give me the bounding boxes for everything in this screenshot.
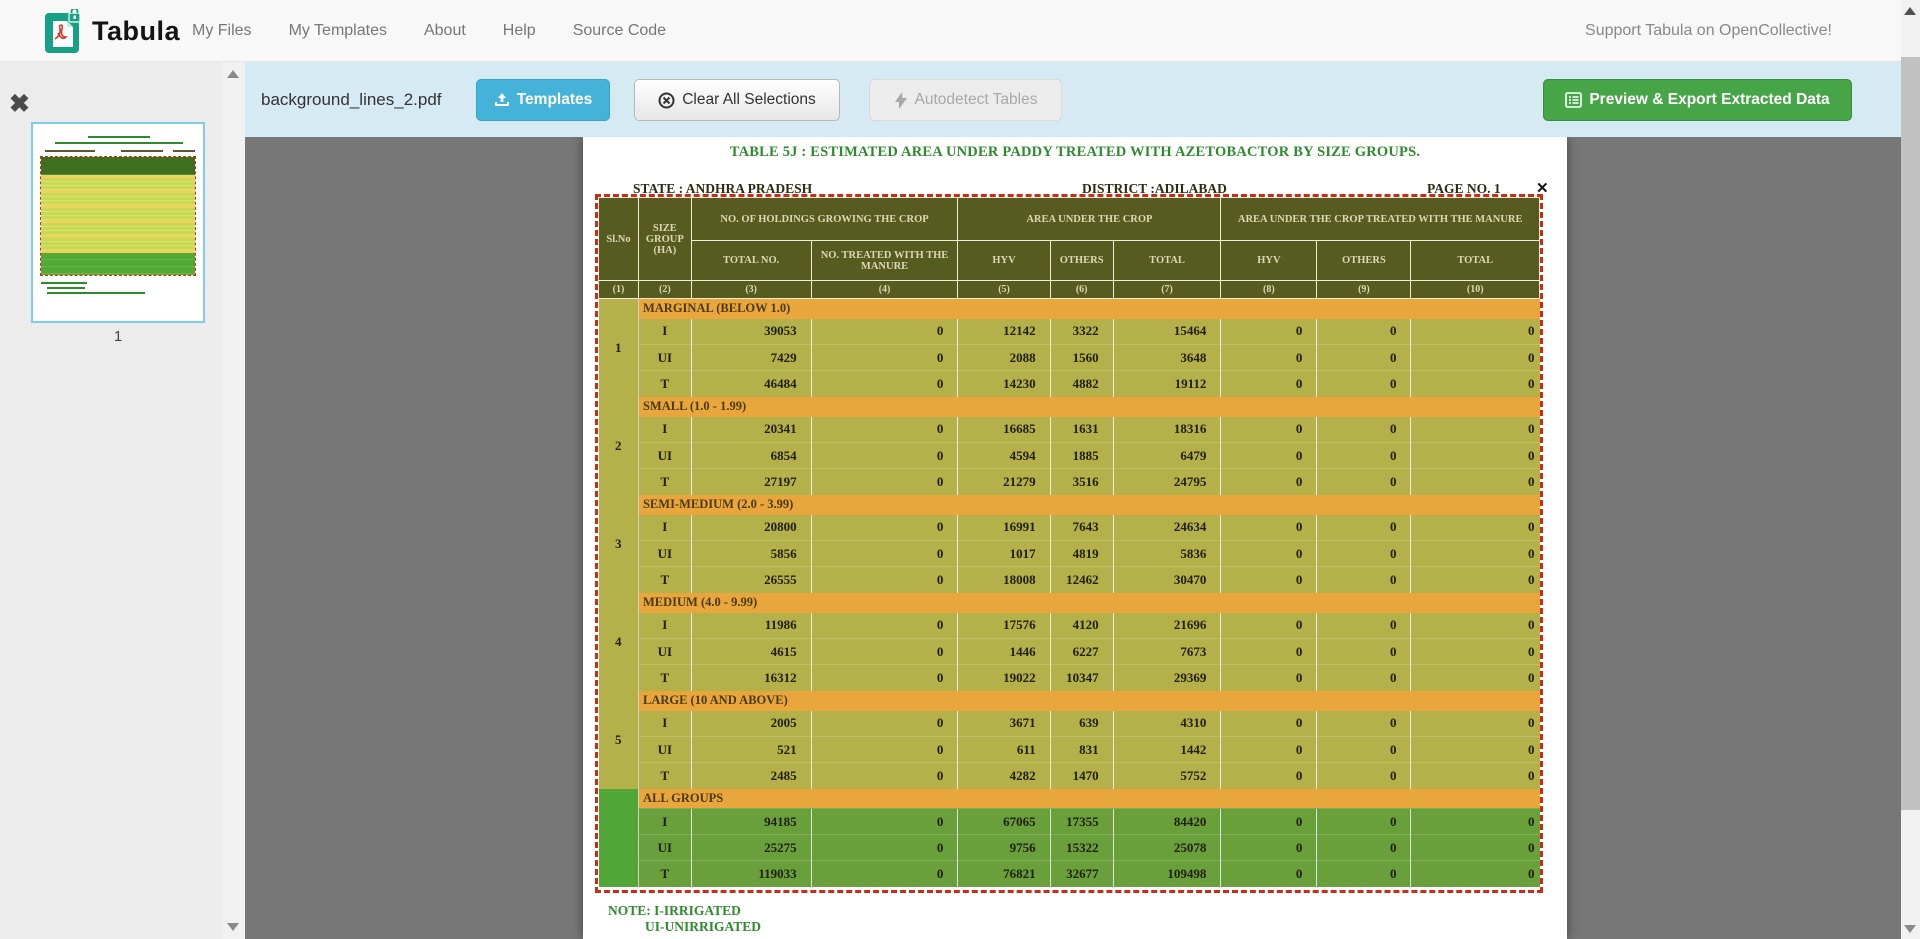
autodetect-label: Autodetect Tables — [915, 91, 1038, 109]
pdf-page[interactable]: TABLE 5J : ESTIMATED AREA UNDER PADDY TR… — [583, 137, 1567, 939]
doc-title: TABLE 5J : ESTIMATED AREA UNDER PADDY TR… — [583, 144, 1567, 161]
sidebar-scrollbar[interactable] — [222, 62, 245, 939]
window-scroll-up-icon[interactable] — [1904, 7, 1916, 15]
page-thumbnail[interactable] — [31, 122, 205, 323]
clear-selections-label: Clear All Selections — [682, 91, 816, 109]
nav-help[interactable]: Help — [503, 22, 536, 40]
tabula-app: Tabula My Files My Templates About Help … — [0, 0, 1920, 939]
autodetect-tables-button[interactable]: Autodetect Tables — [869, 79, 1062, 121]
page-number-label: 1 — [31, 328, 205, 345]
clear-selections-icon — [658, 92, 675, 109]
templates-button[interactable]: Templates — [476, 79, 610, 121]
sidebar-scroll-down-icon[interactable] — [227, 923, 239, 931]
remove-pdf-icon[interactable]: ✖ — [9, 92, 30, 117]
preview-export-button[interactable]: Preview & Export Extracted Data — [1543, 79, 1852, 121]
window-scrollbar-thumb[interactable] — [1901, 57, 1920, 810]
export-label: Preview & Export Extracted Data — [1589, 91, 1829, 109]
nav-source-code[interactable]: Source Code — [573, 22, 666, 40]
doc-note-line1: NOTE: I-IRRIGATED — [608, 903, 741, 919]
autodetect-icon — [894, 92, 908, 109]
templates-icon — [494, 92, 510, 108]
export-icon — [1565, 92, 1582, 108]
sidebar: ✖ 1 — [0, 62, 245, 939]
window-scroll-down-icon[interactable] — [1904, 925, 1916, 933]
thumbnail-table — [40, 156, 196, 276]
brand-name: Tabula — [92, 16, 180, 47]
nav-links: My Files My Templates About Help Source … — [192, 0, 666, 62]
table-selection-box[interactable] — [595, 194, 1543, 893]
nav-support-link[interactable]: Support Tabula on OpenCollective! — [1585, 0, 1832, 62]
navbar: Tabula My Files My Templates About Help … — [0, 0, 1920, 62]
sidebar-scroll-up-icon[interactable] — [227, 70, 239, 78]
clear-all-selections-button[interactable]: Clear All Selections — [634, 79, 840, 121]
toolbar: background_lines_2.pdf Templates Clear A… — [245, 62, 1901, 137]
brand[interactable]: Tabula — [45, 9, 180, 53]
tabula-logo-icon — [45, 9, 82, 53]
pdf-filename: background_lines_2.pdf — [261, 62, 442, 137]
page-thumbnail-preview — [33, 124, 203, 321]
doc-note-line2: UI-UNIRRIGATED — [645, 919, 761, 935]
nav-about[interactable]: About — [424, 22, 466, 40]
nav-my-templates[interactable]: My Templates — [289, 22, 387, 40]
nav-my-files[interactable]: My Files — [192, 22, 252, 40]
window-scrollbar[interactable] — [1901, 0, 1920, 939]
templates-label: Templates — [517, 91, 593, 109]
